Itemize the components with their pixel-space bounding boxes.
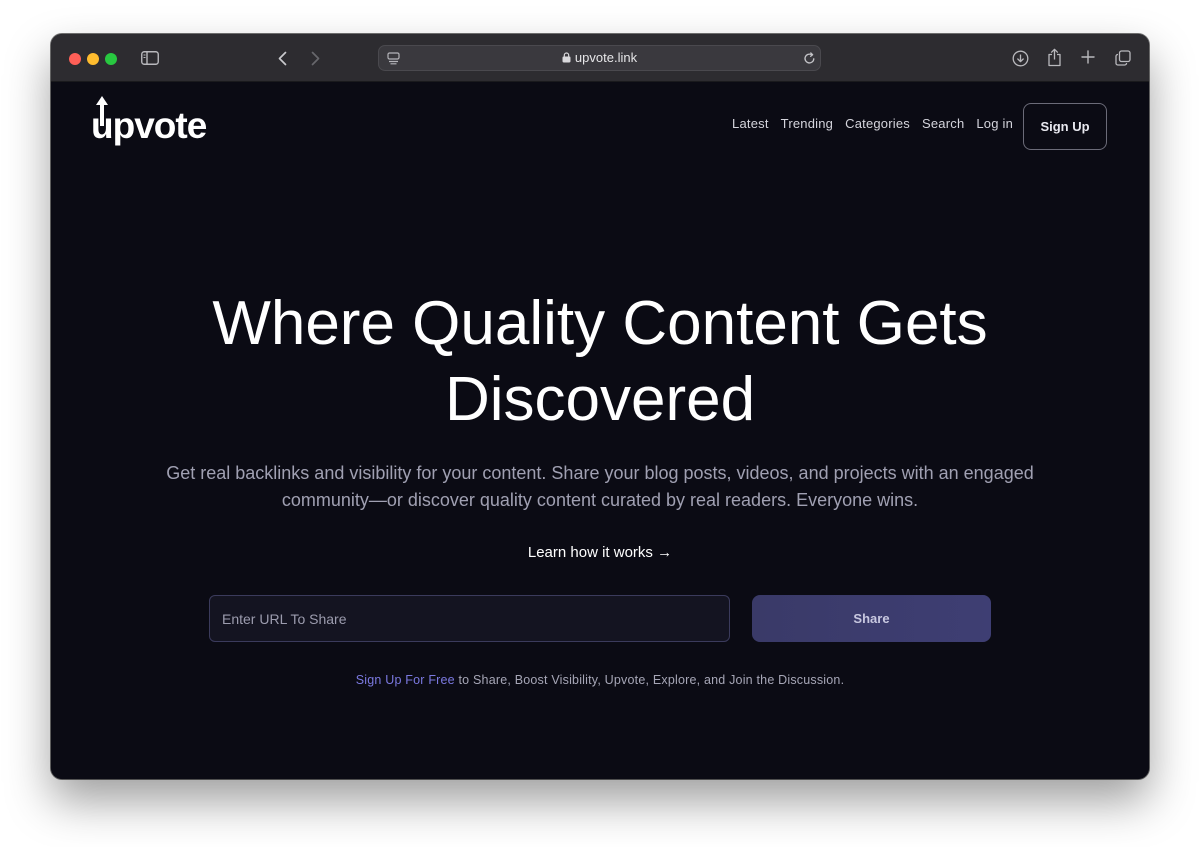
logo-u: u bbox=[91, 96, 114, 150]
logo-text: pvote bbox=[112, 105, 208, 146]
hero-subtitle: Get real backlinks and visibility for yo… bbox=[151, 460, 1049, 514]
site-logo[interactable]: u pvote bbox=[91, 96, 208, 150]
sidebar-icon[interactable] bbox=[140, 49, 160, 67]
signup-button[interactable]: Sign Up bbox=[1023, 103, 1107, 150]
hero-subtitle-line2: community—or discover quality content cu… bbox=[281, 490, 919, 510]
nav-search[interactable]: Search bbox=[922, 116, 964, 131]
signup-prompt-text: to Share, Boost Visibility, Upvote, Expl… bbox=[454, 673, 845, 687]
main-nav: Latest Trending Categories Search Log in bbox=[720, 116, 1013, 131]
url-text: upvote.link bbox=[574, 50, 638, 65]
share-url-input[interactable] bbox=[209, 595, 730, 642]
nav-latest[interactable]: Latest bbox=[732, 116, 769, 131]
nav-categories[interactable]: Categories bbox=[845, 116, 910, 131]
browser-toolbar: upvote.link bbox=[51, 34, 1149, 82]
reload-icon[interactable] bbox=[802, 51, 816, 65]
back-icon[interactable] bbox=[275, 49, 289, 67]
signup-free-link[interactable]: Sign Up For Free bbox=[356, 673, 455, 687]
share-button[interactable]: Share bbox=[752, 595, 991, 642]
hero-subtitle-line1: Get real backlinks and visibility for yo… bbox=[166, 463, 1034, 483]
download-icon[interactable] bbox=[1011, 49, 1029, 67]
learn-how-it-works-link[interactable]: Learn how it works → bbox=[51, 544, 1149, 561]
hero-title-line2: Discovered bbox=[444, 365, 756, 434]
nav-trending[interactable]: Trending bbox=[781, 116, 833, 131]
zoom-window-button[interactable] bbox=[105, 53, 117, 65]
browser-window: upvote.link u pvote Latest Tre bbox=[51, 34, 1149, 779]
share-icon[interactable] bbox=[1045, 47, 1063, 67]
minimize-window-button[interactable] bbox=[87, 53, 99, 65]
address-bar[interactable]: upvote.link bbox=[378, 45, 821, 71]
upvote-arrow-icon bbox=[95, 96, 108, 126]
signup-prompt: Sign Up For Free to Share, Boost Visibil… bbox=[51, 673, 1149, 687]
nav-login[interactable]: Log in bbox=[976, 116, 1013, 131]
lock-icon bbox=[562, 47, 571, 71]
new-tab-icon[interactable] bbox=[1080, 49, 1096, 65]
forward-icon[interactable] bbox=[308, 49, 322, 67]
close-window-button[interactable] bbox=[69, 53, 81, 65]
tabs-icon[interactable] bbox=[1114, 49, 1132, 67]
page-content: u pvote Latest Trending Categories Searc… bbox=[51, 82, 1149, 779]
address-url: upvote.link bbox=[379, 46, 820, 70]
hero-title: Where Quality Content Gets Discovered bbox=[51, 286, 1149, 438]
hero-title-line1: Where Quality Content Gets bbox=[212, 289, 988, 358]
